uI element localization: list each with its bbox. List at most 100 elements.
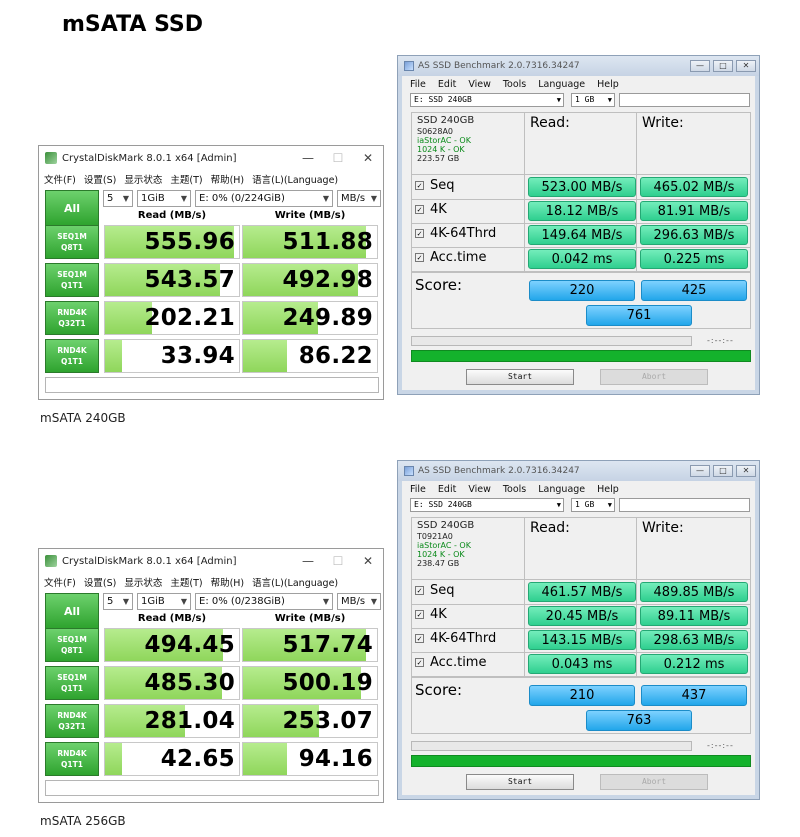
menu-help[interactable]: 帮助(H) [211,575,245,589]
abort-button[interactable]: Abort [600,369,708,385]
test-label[interactable]: RND4K Q1T1 [45,339,99,373]
menu-theme[interactable]: 主题(T) [170,172,202,186]
menu-view[interactable]: View [468,484,491,495]
checkbox-checked-icon[interactable]: ✓ [415,610,424,619]
menu-view[interactable]: View [468,79,491,90]
test-checkbox-row[interactable]: ✓ 4K [411,604,525,628]
all-button[interactable]: All [45,593,99,629]
menu-profile[interactable]: 显示状态 [124,575,162,589]
minimize-button[interactable]: — [690,465,710,477]
checkbox-checked-icon[interactable]: ✓ [415,634,424,643]
menu-file[interactable]: 文件(F) [44,172,76,186]
menu-language[interactable]: 语言(L)(Language) [252,172,338,186]
read-result-value: 281.04 [144,708,235,734]
menu-settings[interactable]: 设置(S) [84,172,116,186]
menu-help[interactable]: 帮助(H) [211,172,245,186]
read-result-cell: 42.65 [104,742,240,776]
test-label[interactable]: SEQ1M Q1T1 [45,666,99,700]
size-select[interactable]: 1GiB ▼ [137,593,191,610]
controls-row: All 5 ▼ 1GiB ▼ E: 0% (0/238GiB) ▼ MB/s ▼ [45,593,381,629]
drive-select[interactable]: E: 0% (0/224GiB) ▼ [195,190,333,207]
unit-select[interactable]: MB/s ▼ [337,593,381,610]
maximize-button[interactable]: ☐ [323,554,353,568]
menu-language[interactable]: Language [538,79,585,90]
test-checkbox-row[interactable]: ✓ 4K [411,199,525,223]
comment-field[interactable] [45,377,379,393]
test-checkbox-row[interactable]: ✓ Acc.time [411,652,525,676]
chevron-down-icon: ▼ [122,194,129,203]
maximize-button[interactable]: □ [713,465,733,477]
crystaldiskmark-window: CrystalDiskMark 8.0.1 x64 [Admin] — ☐ ✕ … [38,548,384,803]
write-header: Write: [642,115,684,131]
extra-field[interactable] [619,498,750,512]
minimize-button[interactable]: — [690,60,710,72]
menu-profile[interactable]: 显示状态 [124,172,162,186]
minimize-button[interactable]: — [293,554,323,568]
test-label[interactable]: SEQ1M Q8T1 [45,628,99,662]
menu-theme[interactable]: 主题(T) [170,575,202,589]
all-button[interactable]: All [45,190,99,226]
test-label[interactable]: RND4K Q32T1 [45,301,99,335]
maximize-button[interactable]: ☐ [323,151,353,165]
menu-help[interactable]: Help [597,484,619,495]
close-button[interactable]: ✕ [736,465,756,477]
test-label[interactable]: RND4K Q1T1 [45,742,99,776]
size-select[interactable]: 1 GB ▼ [571,498,615,512]
checkbox-checked-icon[interactable]: ✓ [415,658,424,667]
menu-file[interactable]: File [410,79,426,90]
write-result: 296.63 MB/s [640,225,748,245]
start-button[interactable]: Start [466,369,574,385]
close-button[interactable]: ✕ [353,151,383,165]
checkbox-checked-icon[interactable]: ✓ [415,181,424,190]
menu-settings[interactable]: 设置(S) [84,575,116,589]
test-checkbox-row[interactable]: ✓ 4K-64Thrd [411,223,525,247]
write-result: 298.63 MB/s [640,630,748,650]
menu-edit[interactable]: Edit [438,79,456,90]
checkbox-checked-icon[interactable]: ✓ [415,205,424,214]
close-button[interactable]: ✕ [736,60,756,72]
size-select[interactable]: 1GiB ▼ [137,190,191,207]
test-label-line2: Q1T1 [61,684,83,693]
read-header: Read: [530,115,570,131]
unit-select[interactable]: MB/s ▼ [337,190,381,207]
start-button[interactable]: Start [466,774,574,790]
drive-select[interactable]: E: 0% (0/238GiB) ▼ [195,593,333,610]
test-label[interactable]: SEQ1M Q8T1 [45,225,99,259]
write-result-value: 94.16 [298,746,373,772]
extra-field[interactable] [619,93,750,107]
test-label[interactable]: SEQ1M Q1T1 [45,263,99,297]
maximize-button[interactable]: □ [713,60,733,72]
write-result-cell: 517.74 [242,628,378,662]
checkbox-checked-icon[interactable]: ✓ [415,586,424,595]
drive-select[interactable]: E: SSD 240GB ▼ [410,93,564,107]
test-label[interactable]: RND4K Q32T1 [45,704,99,738]
test-label-line2: Q32T1 [58,319,86,328]
menu-tools[interactable]: Tools [503,484,526,495]
abort-button[interactable]: Abort [600,774,708,790]
menu-help[interactable]: Help [597,79,619,90]
menu-file[interactable]: File [410,484,426,495]
count-select[interactable]: 5 ▼ [103,190,133,207]
close-button[interactable]: ✕ [353,554,383,568]
menu-file[interactable]: 文件(F) [44,575,76,589]
drive-select[interactable]: E: SSD 240GB ▼ [410,498,564,512]
test-checkbox-row[interactable]: ✓ Seq [411,580,525,604]
read-result: 20.45 MB/s [528,606,636,626]
checkbox-checked-icon[interactable]: ✓ [415,229,424,238]
menu-edit[interactable]: Edit [438,484,456,495]
size-select[interactable]: 1 GB ▼ [571,93,615,107]
checkbox-checked-icon[interactable]: ✓ [415,253,424,262]
test-checkbox-row[interactable]: ✓ 4K-64Thrd [411,628,525,652]
unit-value: MB/s [341,193,366,204]
test-checkbox-row[interactable]: ✓ Seq [411,175,525,199]
menu-language[interactable]: 语言(L)(Language) [252,575,338,589]
count-select[interactable]: 5 ▼ [103,593,133,610]
score-read: 220 [529,280,635,301]
minimize-button[interactable]: — [293,151,323,165]
menu-tools[interactable]: Tools [503,79,526,90]
menu-language[interactable]: Language [538,484,585,495]
comment-field[interactable] [45,780,379,796]
write-result-value: 500.19 [282,670,373,696]
size-value: 1 GB [575,95,595,104]
test-checkbox-row[interactable]: ✓ Acc.time [411,247,525,271]
